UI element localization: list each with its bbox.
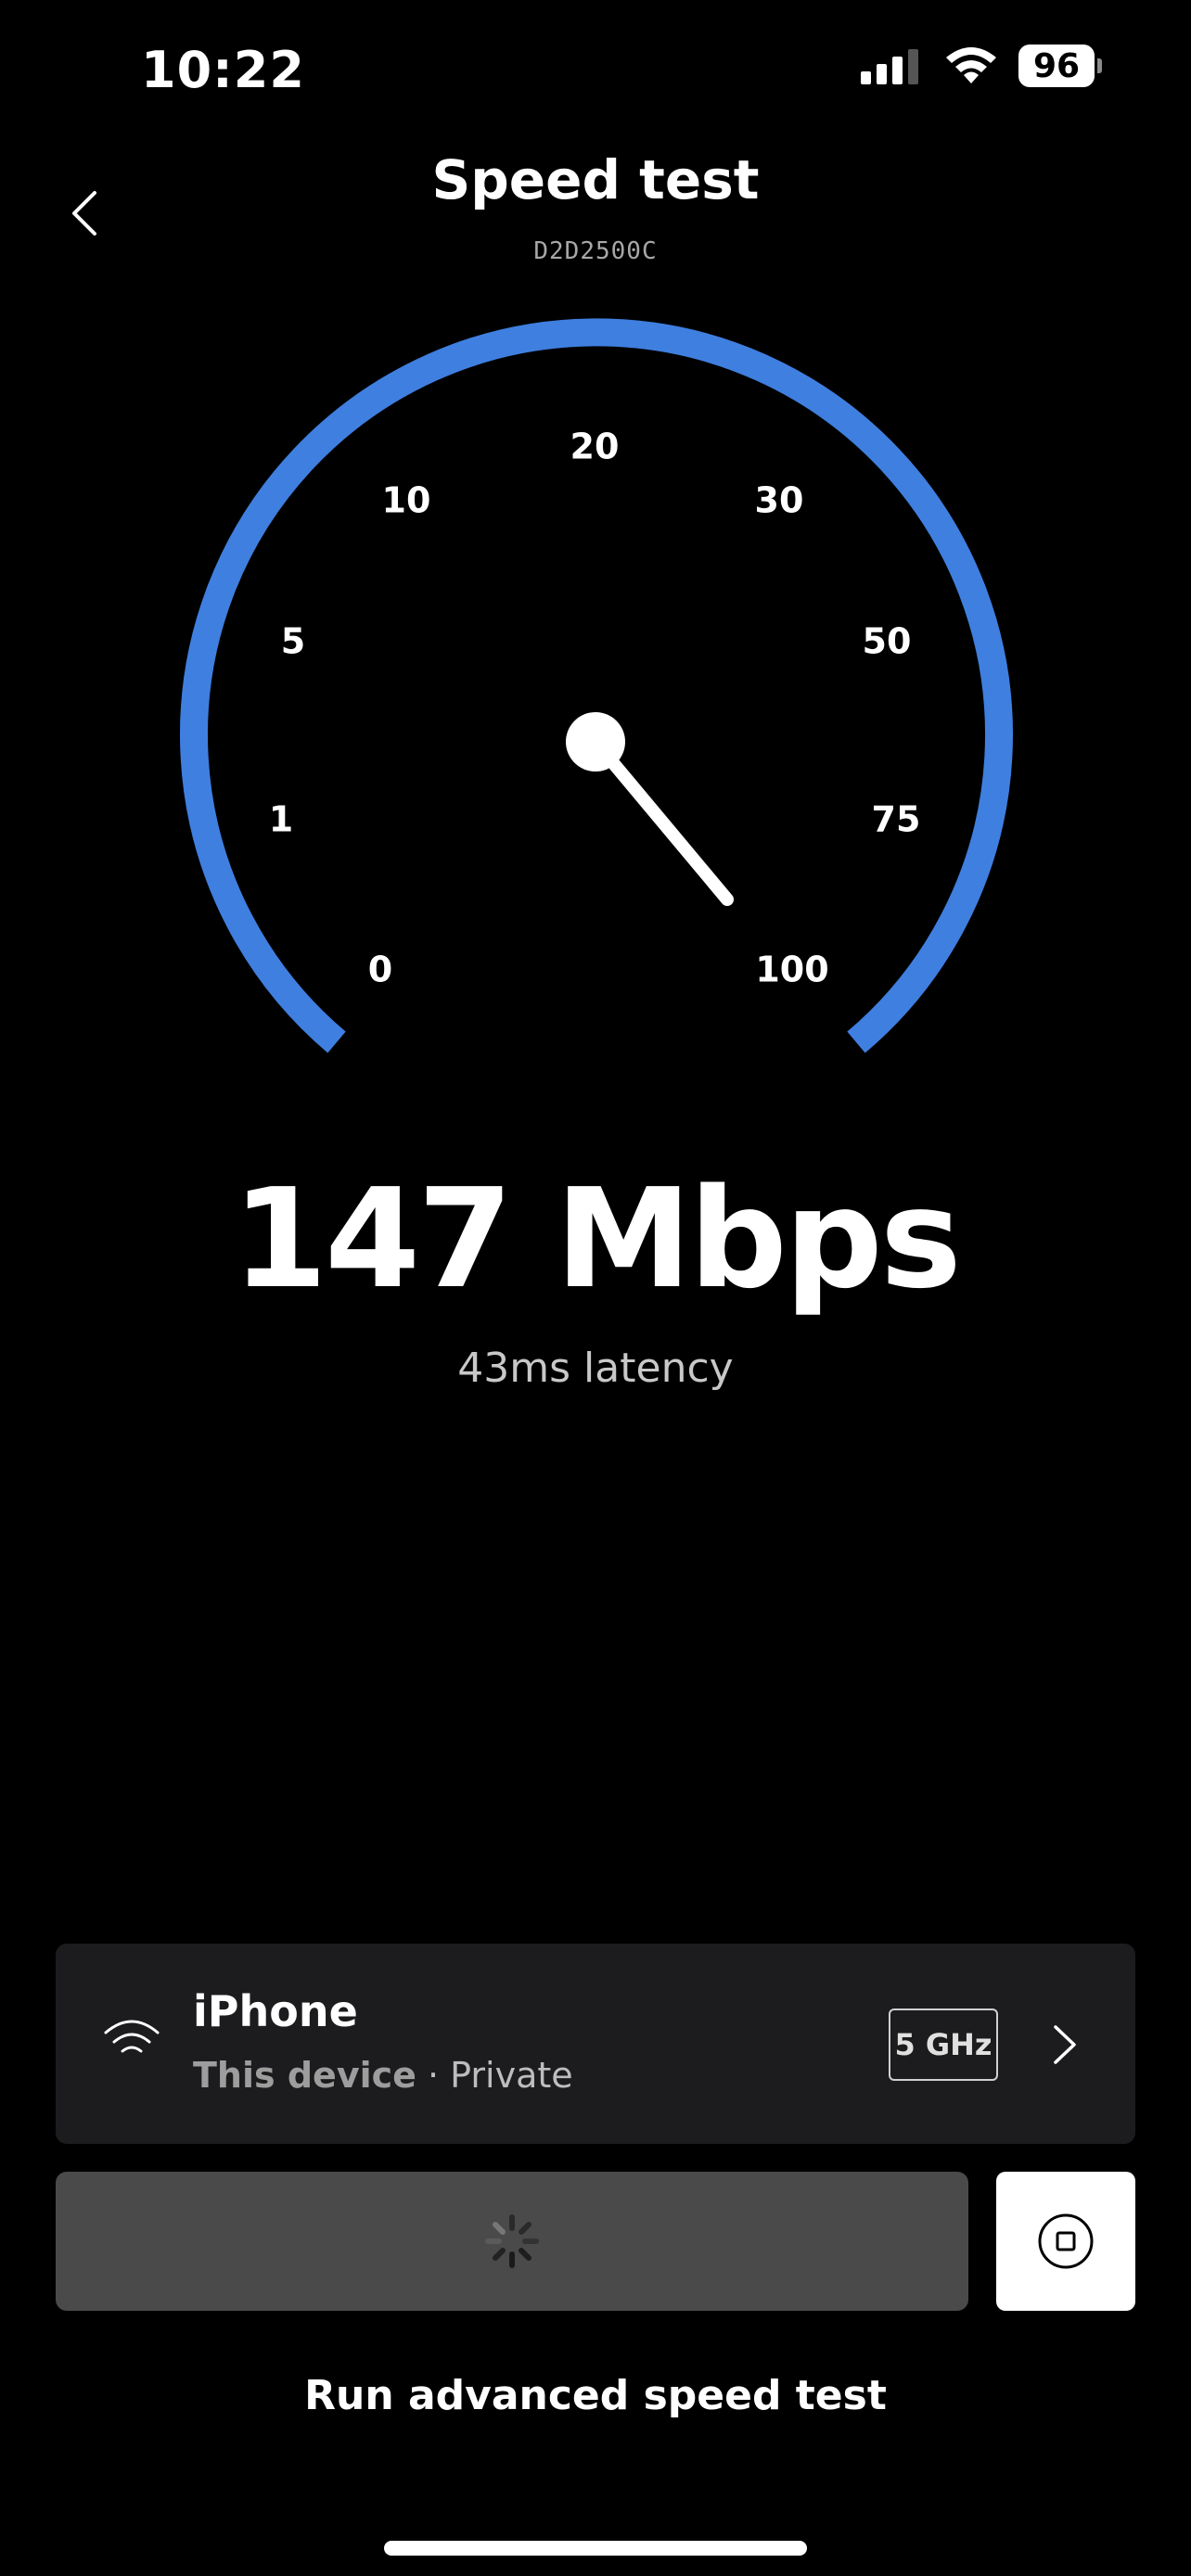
band-badge: 5 GHz xyxy=(889,2009,998,2081)
device-name: iPhone xyxy=(193,1986,358,2036)
tick-label-100: 100 xyxy=(755,950,828,990)
tick-label-10: 10 xyxy=(382,480,431,521)
device-subtitle: This device · Private xyxy=(193,2055,573,2096)
chevron-right-icon xyxy=(1054,2025,1076,2064)
latency-value: 43ms latency xyxy=(457,1345,734,1392)
tick-label-20: 20 xyxy=(570,427,620,467)
run-advanced-speed-test-link[interactable]: Run advanced speed test xyxy=(0,2372,1191,2419)
gauge-needle xyxy=(589,735,734,906)
tick-label-30: 30 xyxy=(755,480,804,521)
loading-spinner-icon xyxy=(485,2214,539,2268)
device-type: This device xyxy=(193,2055,416,2096)
stop-icon xyxy=(1038,2213,1094,2269)
device-card[interactable]: iPhone This device · Private 5 GHz xyxy=(56,1944,1135,2144)
stop-button[interactable] xyxy=(996,2172,1135,2311)
speed-value: 147 Mbps xyxy=(232,1159,962,1319)
tick-label-0: 0 xyxy=(368,950,392,990)
run-speed-test-button[interactable] xyxy=(56,2172,968,2311)
device-network: · Private xyxy=(428,2055,573,2096)
tick-label-50: 50 xyxy=(863,621,912,662)
tick-label-1: 1 xyxy=(269,799,293,840)
speed-gauge: 0 1 5 10 20 30 50 75 100 xyxy=(180,318,1013,1053)
gauge-needle-hub xyxy=(566,712,625,772)
tick-label-75: 75 xyxy=(872,799,921,840)
home-indicator[interactable] xyxy=(384,2541,807,2556)
wifi-icon xyxy=(104,2020,160,2053)
tick-label-5: 5 xyxy=(281,621,305,662)
